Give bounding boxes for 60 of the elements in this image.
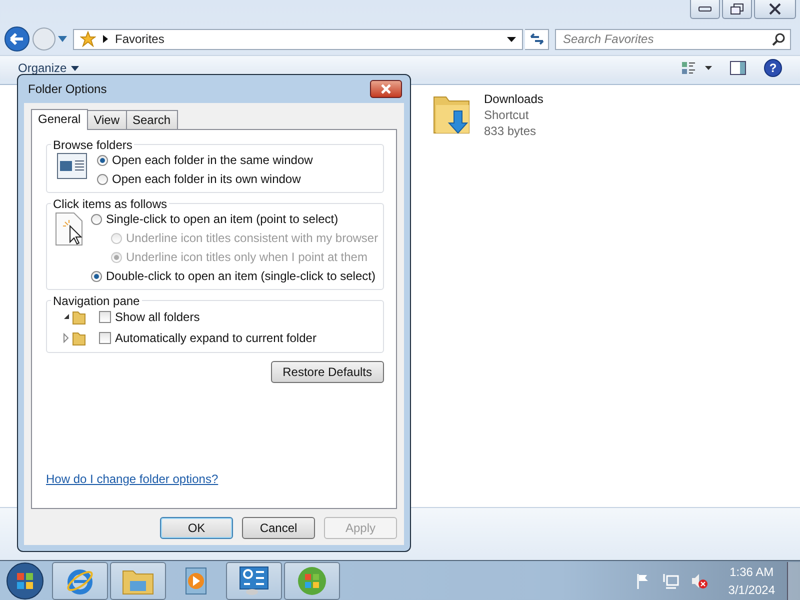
dialog-button[interactable]: OK <box>160 517 233 539</box>
checkbox[interactable] <box>99 332 111 344</box>
back-button[interactable] <box>4 26 30 52</box>
group-title: Browse folders <box>51 138 134 152</box>
caret-icon[interactable] <box>70 66 79 70</box>
radio-button[interactable] <box>91 270 102 282</box>
checkbox[interactable] <box>99 311 111 323</box>
help-button[interactable]: ? <box>764 59 782 77</box>
network-icon[interactable] <box>663 572 680 588</box>
restore-button[interactable] <box>722 0 752 19</box>
option-label[interactable]: Single-click to open an item (point to select) <box>106 212 338 226</box>
close-icon <box>380 84 392 94</box>
refresh-button[interactable] <box>525 28 549 50</box>
preview-pane-icon[interactable] <box>730 61 746 75</box>
file-name[interactable]: Downloads <box>484 91 544 107</box>
address-text: Favorites <box>115 32 164 46</box>
close-button[interactable] <box>370 80 402 98</box>
media-player-icon <box>183 566 209 594</box>
file-size: 833 bytes <box>484 123 538 139</box>
group-title: Navigation pane <box>51 294 142 308</box>
refresh-icon <box>528 32 544 46</box>
address-bar[interactable]: Favorites <box>73 28 523 50</box>
search-icon <box>772 32 785 46</box>
dropdown-icon[interactable] <box>507 36 516 42</box>
option-label[interactable]: Open each folder in the same window <box>112 153 313 167</box>
search-field[interactable]: Search Favorites <box>555 28 791 50</box>
restore-defaults-button[interactable]: Restore Defaults <box>270 361 384 383</box>
radio-button[interactable] <box>91 214 102 224</box>
dialog-button[interactable]: Cancel <box>242 517 315 539</box>
show-desktop-button[interactable] <box>787 562 800 600</box>
control-panel-icon <box>238 566 270 596</box>
close-button[interactable] <box>754 0 796 19</box>
tab[interactable]: Search <box>126 110 178 129</box>
minimize-button[interactable] <box>690 0 720 19</box>
group-title: Click items as follows <box>51 197 170 211</box>
windows-logo-icon <box>297 566 327 596</box>
radio-button[interactable] <box>97 154 108 166</box>
file-type: Shortcut <box>484 107 530 123</box>
start-button[interactable] <box>5 560 45 600</box>
window-icon <box>57 153 87 179</box>
muted-speaker-icon[interactable] <box>691 572 710 588</box>
help-link[interactable]: How do I change folder options? <box>46 472 218 486</box>
option-label[interactable]: Double-click to open an item (single-click to select) <box>106 269 376 283</box>
option-label[interactable]: Open each folder in its own window <box>112 172 301 186</box>
dialog-title: Folder Options <box>28 82 107 96</box>
option-label[interactable]: Show all folders <box>115 310 200 324</box>
tab[interactable]: General <box>31 109 88 130</box>
view-options-icon[interactable] <box>682 61 712 75</box>
restore-icon <box>730 3 744 15</box>
close-icon <box>768 3 782 15</box>
tab[interactable]: View <box>86 110 126 129</box>
radio-button[interactable] <box>97 174 108 184</box>
option-label[interactable]: Automatically expand to current folder <box>115 331 316 345</box>
minimize-icon <box>698 6 712 12</box>
star-icon <box>80 31 96 47</box>
pointer-icon <box>55 212 83 246</box>
chevron-icon <box>103 35 108 43</box>
taskbar-app-button[interactable] <box>226 562 282 600</box>
organize-menu[interactable]: Organize <box>18 61 67 75</box>
search-input[interactable]: Search Favorites <box>561 31 772 47</box>
